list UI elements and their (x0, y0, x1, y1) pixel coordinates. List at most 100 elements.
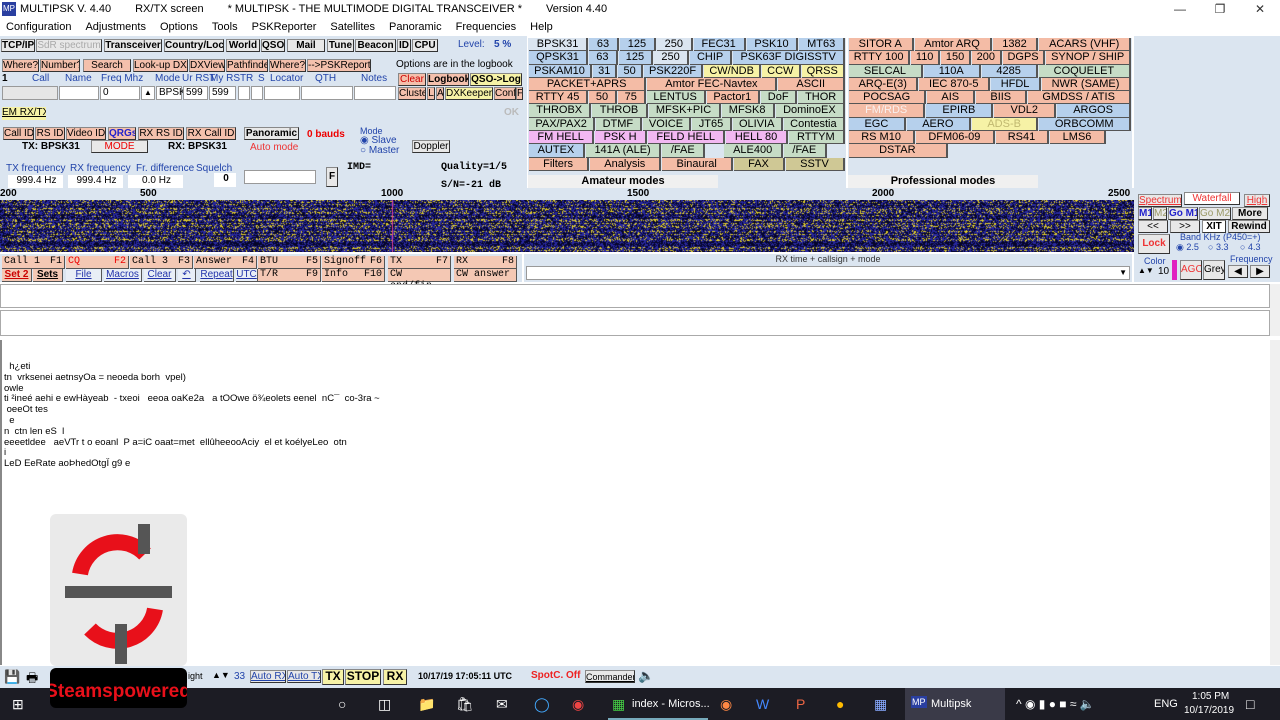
tab-qso[interactable]: QSO (261, 39, 285, 52)
menu-satellites[interactable]: Satellites (330, 21, 375, 33)
mode-button-coquelet[interactable]: COQUELET (1038, 64, 1132, 78)
mode-button-75[interactable]: 75 (617, 91, 646, 105)
waterfall-tab[interactable]: Waterfall (1184, 192, 1240, 205)
tab-sdr-spectrum[interactable]: SdR spectrum (36, 39, 102, 52)
macro-button-call-3[interactable]: Call 3 F3 (130, 256, 193, 269)
panoramic-button[interactable]: Panoramic (244, 127, 299, 140)
light-spinner[interactable]: ▲▼ (212, 670, 230, 680)
undo-icon[interactable]: ↶ (178, 269, 196, 282)
clear-log-button[interactable]: Clear (398, 73, 426, 86)
tab-world[interactable]: World (226, 39, 260, 52)
tab-tune[interactable]: Tune (327, 39, 354, 52)
tab-transceiver[interactable]: Transceiver (104, 39, 162, 52)
conf-button[interactable]: Conf (494, 87, 516, 100)
s-field[interactable] (251, 86, 263, 100)
mode-button-psk-h[interactable]: PSK H (595, 131, 647, 145)
mode-button-sitor-a[interactable]: SITOR A (849, 38, 914, 52)
go-m1-button[interactable]: Go M1 (1168, 207, 1198, 220)
mode-button-110a[interactable]: 110A (923, 64, 981, 78)
windows-start-icon[interactable]: ⊞ (12, 696, 24, 713)
mode-button-pocsag[interactable]: POCSAG (849, 91, 927, 105)
menu-frequencies[interactable]: Frequencies (456, 21, 517, 33)
mode-button-1382[interactable]: 1382 (992, 38, 1039, 52)
word-icon[interactable]: W (756, 696, 769, 712)
mode-button-mfsk-pic[interactable]: MFSK+PIC (648, 104, 721, 118)
powerpoint-icon[interactable]: P (796, 696, 805, 712)
mode-button-nwr-same-[interactable]: NWR (SAME) (1042, 77, 1131, 92)
macro-button-rx[interactable]: RX F8 (454, 256, 517, 269)
mode-button-analysis[interactable]: Analysis (590, 157, 662, 171)
macro-button-answer[interactable]: Answer F4 (194, 256, 257, 269)
menu-panoramic[interactable]: Panoramic (389, 21, 442, 33)
mode-button-thor[interactable]: THOR (798, 91, 846, 105)
call-id-button[interactable]: Call ID (3, 127, 34, 140)
mode-button-feld-hell[interactable]: FELD HELL (647, 131, 726, 145)
go-m2-button[interactable]: Go M2 (1199, 207, 1231, 220)
rx-button[interactable]: RX (383, 669, 407, 685)
menu-adjustments[interactable]: Adjustments (85, 21, 146, 33)
mode-button-hell-80[interactable]: HELL 80 (726, 131, 788, 145)
dxview-button[interactable]: DXView (189, 59, 225, 72)
mode-button-contestia[interactable]: Contestia (783, 117, 845, 132)
mode-button-biis[interactable]: BIIS (976, 91, 1028, 105)
mode-button-pskam10[interactable]: PSKAM10 (529, 64, 592, 78)
locator-field[interactable] (264, 86, 300, 100)
mode-button-qrss[interactable]: QRSS (801, 64, 845, 78)
sets-button[interactable]: Sets (33, 269, 63, 282)
mode-button-vdl2[interactable]: VDL2 (994, 104, 1057, 118)
cluster-button[interactable]: Cluster (398, 87, 426, 100)
tab-mail[interactable]: Mail (287, 39, 325, 52)
mode-button-qpsk31[interactable]: QPSK31 (529, 51, 589, 65)
band-radio-2-5[interactable]: ◉ 2.5 (1176, 242, 1199, 253)
mail-icon[interactable]: ✉ (496, 696, 508, 713)
pskreporter-button[interactable]: -->PSKReporter (307, 59, 371, 72)
grey-button[interactable]: Grey (1203, 260, 1225, 280)
where-2-button[interactable]: Where? (269, 59, 306, 72)
mode-button-lentus[interactable]: LENTUS (646, 91, 706, 105)
video-id-button[interactable]: Video ID (66, 127, 106, 140)
mode-button-synop-ship[interactable]: SYNOP / SHIP (1046, 51, 1131, 65)
language-indicator[interactable]: ENG (1154, 698, 1178, 710)
mode-button-filters[interactable]: Filters (529, 157, 590, 171)
rx-scrollbar[interactable] (1270, 340, 1280, 665)
mode-button-psk10[interactable]: PSK10 (746, 38, 799, 52)
store-icon[interactable]: 🛍 (456, 696, 474, 713)
mode-button-150[interactable]: 150 (941, 51, 971, 65)
notepad-icon[interactable]: ▦ (612, 696, 625, 713)
macro-button-t-r[interactable]: T/R F9 (258, 269, 321, 282)
mode-button-dgps[interactable]: DGPS (1002, 51, 1046, 65)
tab-cpu[interactable]: CPU (412, 39, 438, 52)
mode-button-mfsk8[interactable]: MFSK8 (721, 104, 775, 118)
mode-button-aero[interactable]: AERO (906, 117, 971, 132)
spectrum-tab[interactable]: Spectrum (1138, 194, 1182, 207)
mode-field[interactable]: BPSK (156, 86, 186, 100)
mode-button[interactable]: MODE (91, 140, 148, 153)
macro-button-tx[interactable]: TX F7 (388, 256, 451, 269)
mode-button-selcal[interactable]: SELCAL (849, 64, 923, 78)
rx-call-select[interactable]: ▼ (526, 266, 1130, 280)
mode-button--fae[interactable]: /FAE (783, 144, 827, 158)
set-2-button[interactable]: Set 2 (2, 269, 32, 282)
rewind-fast-button[interactable]: << (1138, 220, 1168, 233)
mode-button-141a-ale-[interactable]: 141A (ALE) (585, 144, 662, 158)
mode-button-dstar[interactable]: DSTAR (849, 144, 948, 158)
taskbar-app-multipsk[interactable]: MP Multipsk (905, 688, 1005, 720)
freq-left-button[interactable]: ◀ (1228, 265, 1248, 278)
menu-options[interactable]: Options (160, 21, 198, 33)
mode-button-amtor-fec-navtex[interactable]: Amtor FEC-Navtex (647, 77, 778, 92)
mode-button-rtty-45[interactable]: RTTY 45 (529, 91, 589, 105)
mode-button-50[interactable]: 50 (618, 64, 643, 78)
macro-button-cw-answer[interactable]: CW answer (454, 269, 517, 282)
tx-buffer[interactable] (0, 310, 1270, 336)
mode-button-31[interactable]: 31 (592, 64, 618, 78)
tray-icons[interactable]: ^ ◉ ▮ ● ■ ≈ 🔈 (1016, 697, 1095, 711)
commander-button[interactable]: Commander (585, 670, 635, 683)
color-spinner[interactable]: ▲▼ (1138, 266, 1154, 275)
mode-button-rttym[interactable]: RTTYM (788, 131, 846, 145)
a-button[interactable]: A (436, 87, 444, 100)
waterfall-display[interactable] (0, 200, 1134, 252)
mode-button-dtmf[interactable]: DTMF (596, 117, 642, 132)
auto-tx-button[interactable]: Auto TX (287, 670, 321, 683)
rx-text-area[interactable]: h¿eti tn vrksenei aetnsyOa = neoeda borh… (0, 340, 1270, 665)
mode-button-fec31[interactable]: FEC31 (693, 38, 746, 52)
